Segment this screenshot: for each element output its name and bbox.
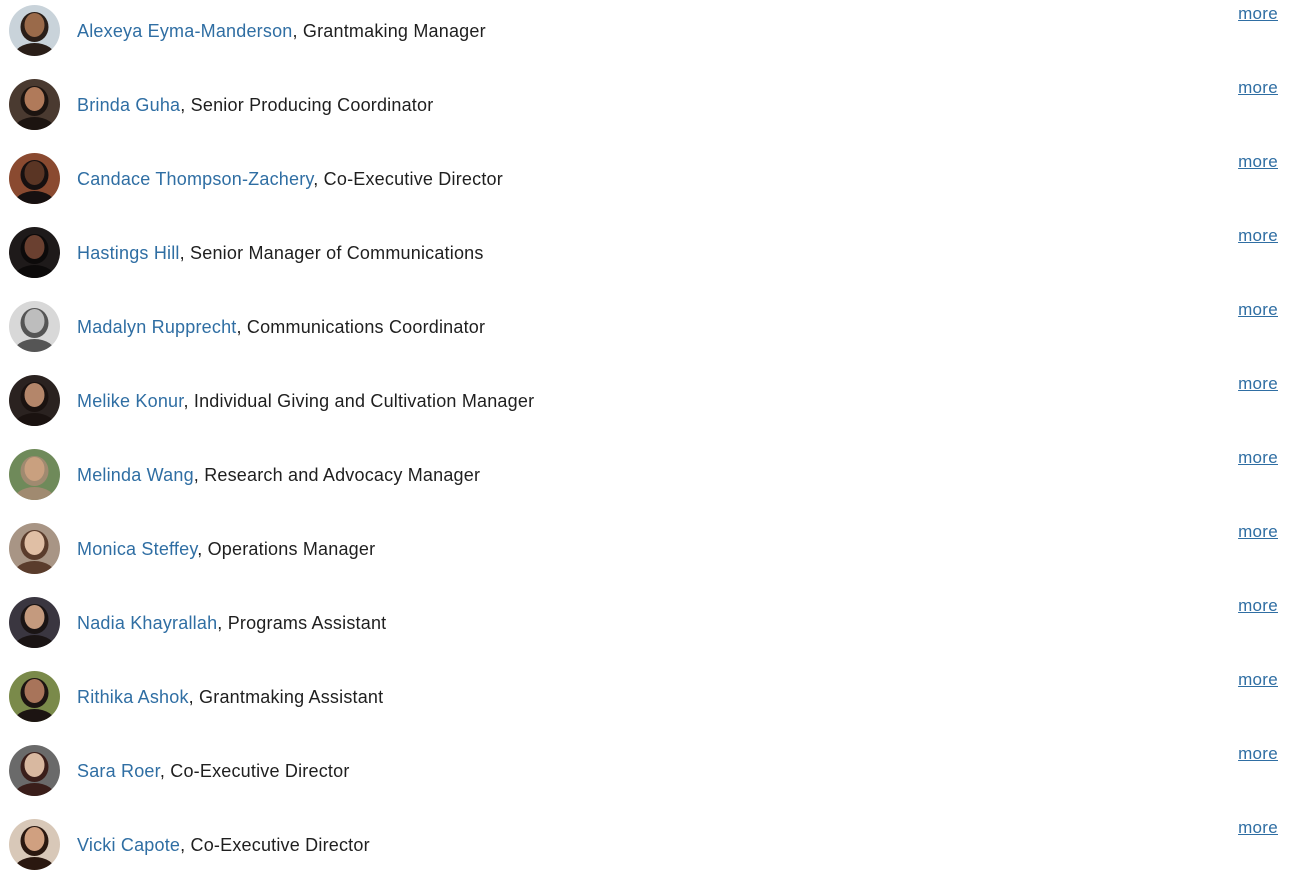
staff-title: , Senior Producing Coordinator: [180, 95, 434, 115]
staff-text: Candace Thompson-Zachery, Co-Executive D…: [77, 168, 503, 190]
more-link[interactable]: more: [1238, 595, 1278, 617]
staff-name-link[interactable]: Candace Thompson-Zachery: [77, 169, 313, 189]
staff-name-link[interactable]: Melike Konur: [77, 391, 183, 411]
staff-text: Vicki Capote, Co-Executive Director: [77, 834, 370, 856]
avatar: [9, 523, 60, 574]
staff-text: Rithika Ashok, Grantmaking Assistant: [77, 686, 383, 708]
staff-row: Candace Thompson-Zachery, Co-Executive D…: [0, 141, 1291, 215]
more-link[interactable]: more: [1238, 151, 1278, 173]
staff-name-link[interactable]: Monica Steffey: [77, 539, 197, 559]
staff-row: Monica Steffey, Operations Manager more: [0, 511, 1291, 585]
staff-text: Nadia Khayrallah, Programs Assistant: [77, 612, 386, 634]
more-link[interactable]: more: [1238, 373, 1278, 395]
staff-name-link[interactable]: Melinda Wang: [77, 465, 194, 485]
avatar: [9, 819, 60, 870]
avatar: [9, 745, 60, 796]
staff-row: Hastings Hill, Senior Manager of Communi…: [0, 215, 1291, 289]
avatar: [9, 375, 60, 426]
more-link[interactable]: more: [1238, 3, 1278, 25]
staff-row: Alexeya Eyma-Manderson, Grantmaking Mana…: [0, 0, 1291, 67]
staff-row: Melike Konur, Individual Giving and Cult…: [0, 363, 1291, 437]
staff-name-link[interactable]: Alexeya Eyma-Manderson: [77, 21, 293, 41]
more-link[interactable]: more: [1238, 77, 1278, 99]
staff-title: , Co-Executive Director: [159, 761, 350, 781]
avatar: [9, 227, 60, 278]
staff-row: Brinda Guha, Senior Producing Coordinato…: [0, 67, 1291, 141]
staff-row: Madalyn Rupprecht, Communications Coordi…: [0, 289, 1291, 363]
more-link[interactable]: more: [1238, 225, 1278, 247]
staff-name-link[interactable]: Vicki Capote: [77, 835, 180, 855]
staff-text: Hastings Hill, Senior Manager of Communi…: [77, 242, 484, 264]
staff-name-link[interactable]: Madalyn Rupprecht: [77, 317, 237, 337]
more-link[interactable]: more: [1238, 817, 1278, 839]
more-link[interactable]: more: [1238, 299, 1278, 321]
avatar: [9, 153, 60, 204]
staff-list: Alexeya Eyma-Manderson, Grantmaking Mana…: [0, 0, 1291, 881]
staff-title: , Individual Giving and Cultivation Mana…: [183, 391, 535, 411]
staff-title: , Co-Executive Director: [313, 169, 503, 189]
staff-title: , Senior Manager of Communications: [179, 243, 484, 263]
staff-title: , Grantmaking Manager: [292, 21, 486, 41]
staff-text: Sara Roer, Co-Executive Director: [77, 760, 350, 782]
staff-text: Melinda Wang, Research and Advocacy Mana…: [77, 464, 480, 486]
avatar: [9, 79, 60, 130]
staff-row: Nadia Khayrallah, Programs Assistant mor…: [0, 585, 1291, 659]
more-link[interactable]: more: [1238, 669, 1278, 691]
avatar: [9, 597, 60, 648]
staff-text: Monica Steffey, Operations Manager: [77, 538, 375, 560]
avatar: [9, 671, 60, 722]
staff-name-link[interactable]: Brinda Guha: [77, 95, 180, 115]
staff-row: Melinda Wang, Research and Advocacy Mana…: [0, 437, 1291, 511]
staff-row: Rithika Ashok, Grantmaking Assistant mor…: [0, 659, 1291, 733]
staff-title: , Programs Assistant: [217, 613, 387, 633]
staff-text: Madalyn Rupprecht, Communications Coordi…: [77, 316, 485, 338]
staff-text: Alexeya Eyma-Manderson, Grantmaking Mana…: [77, 20, 486, 42]
staff-name-link[interactable]: Rithika Ashok: [77, 687, 189, 707]
staff-row: Sara Roer, Co-Executive Director more: [0, 733, 1291, 807]
staff-name-link[interactable]: Sara Roer: [77, 761, 160, 781]
staff-name-link[interactable]: Nadia Khayrallah: [77, 613, 217, 633]
avatar: [9, 5, 60, 56]
staff-title: , Communications Coordinator: [236, 317, 486, 337]
staff-text: Brinda Guha, Senior Producing Coordinato…: [77, 94, 433, 116]
more-link[interactable]: more: [1238, 743, 1278, 765]
staff-name-link[interactable]: Hastings Hill: [77, 243, 180, 263]
avatar: [9, 301, 60, 352]
staff-title: , Operations Manager: [197, 539, 376, 559]
staff-title: , Grantmaking Assistant: [188, 687, 384, 707]
avatar: [9, 449, 60, 500]
staff-title: , Co-Executive Director: [180, 835, 370, 855]
staff-text: Melike Konur, Individual Giving and Cult…: [77, 390, 534, 412]
more-link[interactable]: more: [1238, 447, 1278, 469]
more-link[interactable]: more: [1238, 521, 1278, 543]
staff-title: , Research and Advocacy Manager: [193, 465, 481, 485]
